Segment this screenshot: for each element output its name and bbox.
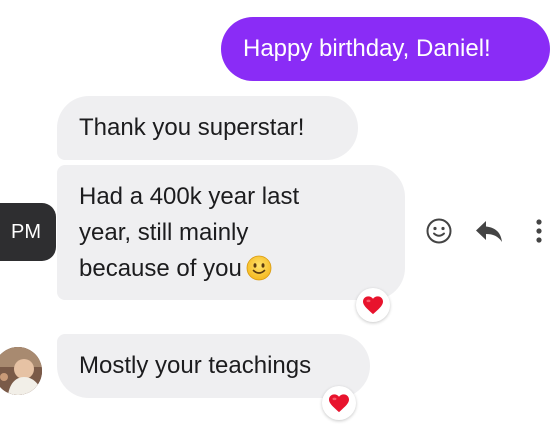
message-text: Mostly your teachings (79, 352, 312, 379)
incoming-message-bubble[interactable]: Mostly your teachings (57, 334, 370, 398)
more-options-button[interactable] (522, 214, 550, 248)
heart-icon (329, 394, 349, 413)
message-text: because of you (79, 255, 242, 282)
heart-reaction[interactable] (322, 386, 356, 420)
heart-icon (363, 296, 383, 315)
timestamp-text: PM (11, 220, 41, 243)
message-text-line: Had a 400k year last (79, 183, 300, 210)
react-smiley-icon (426, 218, 452, 244)
more-options-icon (536, 219, 542, 243)
incoming-message-bubble[interactable]: Had a 400k year last year, still mainly … (57, 165, 405, 300)
message-text: Happy birthday, Daniel! (243, 35, 491, 62)
heart-reaction[interactable] (356, 288, 390, 322)
timestamp-tooltip: PM (0, 203, 56, 261)
avatar-image (0, 347, 42, 395)
chat-thread: Happy birthday, Daniel! Thank you supers… (0, 0, 550, 436)
message-text-line: year, still mainly (79, 219, 249, 246)
outgoing-message-bubble[interactable]: Happy birthday, Daniel! (221, 17, 550, 81)
slightly-smiling-face-emoji (246, 255, 272, 281)
message-text: Thank you superstar! (79, 114, 305, 141)
avatar[interactable] (0, 347, 42, 395)
incoming-message-bubble[interactable]: Thank you superstar! (57, 96, 358, 160)
reply-button[interactable] (472, 214, 506, 248)
react-button[interactable] (422, 214, 456, 248)
message-text-line-with-emoji: because of you (79, 251, 405, 287)
reply-icon (476, 221, 502, 242)
